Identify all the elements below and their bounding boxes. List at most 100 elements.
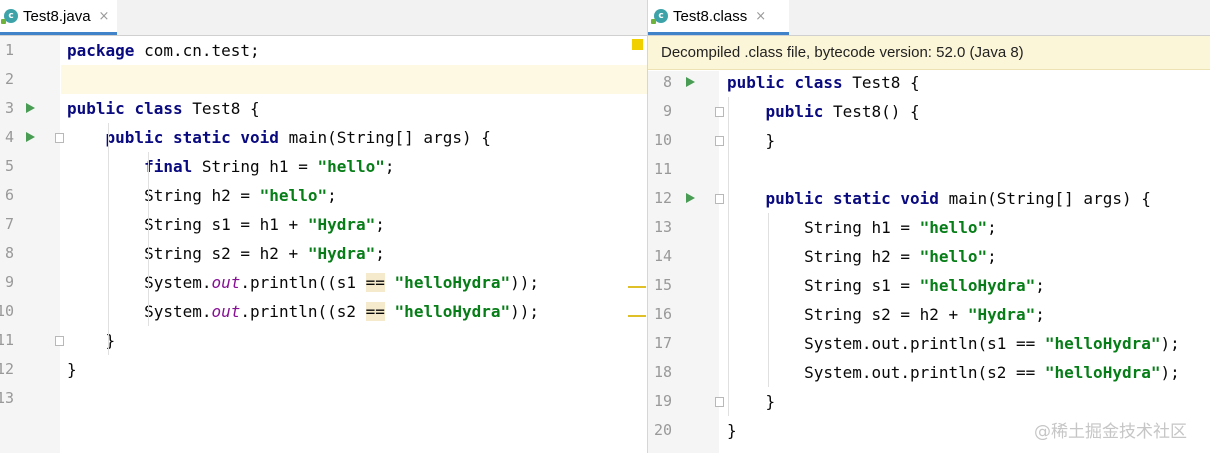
code-token: String s1 = h1 + [67,215,308,234]
code-token: Test8 { [842,73,920,92]
tab-test8-java[interactable]: c Test8.java × [0,0,117,35]
code-text: public Test8() { [727,97,920,126]
code-token: .println((s1 [240,273,366,292]
code-line[interactable]: 11 } [0,326,647,355]
keyword-token: static [832,189,891,208]
code-line[interactable]: 13 [0,384,647,413]
code-line[interactable]: 8 String s2 = h2 + "Hydra"; [0,239,647,268]
code-line[interactable]: 4 public static void main(String[] args)… [0,123,647,152]
code-line[interactable]: 10 System.out.println((s2 == "helloHydra… [0,297,647,326]
tab-test8-class[interactable]: c Test8.class × [648,0,789,35]
compiled-class-file-icon: c [651,9,668,24]
fold-marker-icon[interactable] [55,133,64,143]
code-text: System.out.println((s2 == "helloHydra"))… [67,297,539,326]
fold-marker-icon[interactable] [715,194,724,204]
string-token: "hello" [259,186,328,205]
code-line[interactable]: 14 String h2 = "hello"; [648,242,1210,271]
code-token: ; [327,186,337,205]
fold-marker-icon[interactable] [715,107,724,117]
code-line[interactable]: 16 String s2 = h2 + "Hydra"; [648,300,1210,329]
line-number: 9 [4,273,14,291]
line-number: 13 [0,389,14,407]
code-token: ; [375,215,385,234]
code-line[interactable]: 2 [5,65,647,94]
code-line[interactable]: 7 String s1 = h1 + "Hydra"; [0,210,647,239]
code-text: final String h1 = "hello"; [67,152,394,181]
code-line[interactable]: 9 System.out.println((s1 == "helloHydra"… [0,268,647,297]
code-line[interactable]: 9 public Test8() { [648,97,1210,126]
code-token: com.cn.test; [134,41,260,60]
string-token: "Hydra" [307,244,376,263]
keyword-token: final [144,157,193,176]
code-line[interactable]: 15 String s1 = "helloHydra"; [648,271,1210,300]
code-text: System.out.println((s1 == "helloHydra"))… [67,268,539,297]
code-line[interactable]: 12 public static void main(String[] args… [648,184,1210,213]
line-number: 8 [4,244,14,262]
warning-stripe-marker[interactable] [628,315,646,317]
code-line[interactable]: 6 String h2 = "hello"; [0,181,647,210]
code-line[interactable]: 11 [648,155,1210,184]
code-line[interactable]: 17 System.out.println(s1 == "helloHydra"… [648,329,1210,358]
keyword-token: package [67,41,135,60]
warning-stripe-marker[interactable] [628,286,646,288]
line-number: 18 [653,363,672,381]
code-token: String s2 = h2 + [727,305,968,324]
line-number: 6 [4,186,14,204]
line-number: 19 [653,392,672,410]
code-token: ; [375,244,385,263]
code-line[interactable]: 10 } [648,126,1210,155]
keyword-token: void [240,128,279,147]
indent-guide [728,97,729,416]
run-gutter-icon[interactable] [686,193,695,203]
fold-marker-icon[interactable] [55,336,64,346]
code-line[interactable]: 8 public class Test8 { [648,68,1210,97]
line-number: 14 [653,247,672,265]
close-tab-icon[interactable]: × [755,9,766,24]
analysis-status-icon[interactable] [632,39,643,50]
line-number: 12 [0,360,14,378]
code-line[interactable]: 5 final String h1 = "hello"; [0,152,647,181]
code-line[interactable]: 1 package com.cn.test; [0,36,647,65]
code-line[interactable]: 21 [648,445,1210,453]
code-text: public static void main(String[] args) { [727,184,1151,213]
string-token: "Hydra" [307,215,376,234]
code-token: String s2 = h2 + [67,244,308,263]
line-number: 1 [4,41,14,59]
run-gutter-icon[interactable] [686,77,695,87]
indent-guide [108,123,109,355]
code-line[interactable]: 3 public class Test8 { [0,94,647,123]
code-line[interactable]: 18 System.out.println(s2 == "helloHydra"… [648,358,1210,387]
keyword-token: static [172,128,231,147]
code-line[interactable]: 13 String h1 = "hello"; [648,213,1210,242]
fold-marker-icon[interactable] [715,136,724,146]
line-number: 5 [4,157,14,175]
code-token: ; [987,247,997,266]
code-text: public static void main(String[] args) { [67,123,491,152]
left-tab-bar: c Test8.java × [0,0,647,36]
run-gutter-icon[interactable] [26,103,35,113]
run-gutter-icon[interactable] [26,132,35,142]
code-text: System.out.println(s1 == "helloHydra"); [727,329,1180,358]
code-line[interactable]: 12} [0,355,647,384]
code-text: } [727,126,776,155]
close-tab-icon[interactable]: × [99,9,110,24]
line-number: 17 [653,334,672,352]
line-number: 13 [653,218,672,236]
line-number: 21 [648,445,672,453]
code-token: String h2 = [727,247,920,266]
code-text: } [727,387,776,416]
code-token: } [727,131,776,150]
code-line[interactable]: 19 } [648,387,1210,416]
string-token: "helloHydra" [1044,363,1161,382]
code-text: System.out.println(s2 == "helloHydra"); [727,358,1180,387]
code-token: } [67,360,77,379]
line-number: 4 [4,128,14,146]
fold-marker-icon[interactable] [715,397,724,407]
